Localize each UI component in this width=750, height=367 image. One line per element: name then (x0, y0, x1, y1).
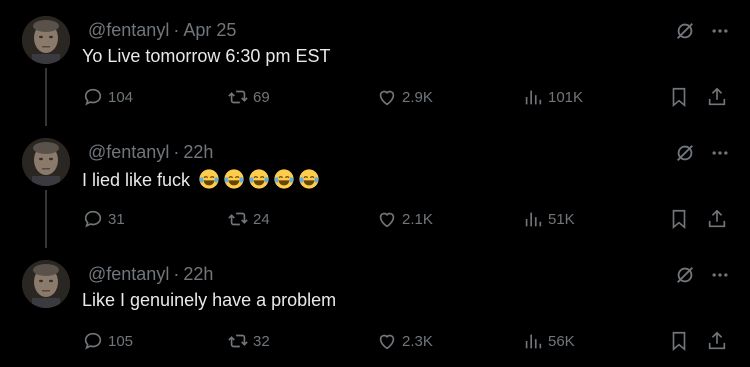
timestamp[interactable]: Apr 25 (183, 20, 236, 40)
emoji-group (190, 169, 320, 190)
views-icon (525, 212, 542, 227)
retweet-count: 24 (253, 210, 270, 228)
more-icon[interactable] (710, 265, 730, 285)
action-bar: 104 69 2.9K 101K (82, 86, 732, 110)
thread-line (45, 114, 47, 122)
reply-count: 31 (108, 210, 125, 228)
separator: · (173, 264, 180, 284)
heart-icon (379, 212, 395, 228)
tweet[interactable]: @fentanyl · 22h Like I genuinely have a pr… (0, 236, 750, 366)
avatar[interactable] (22, 16, 70, 64)
reply-button[interactable]: 31 (82, 208, 125, 230)
retweet-button[interactable]: 69 (227, 86, 270, 108)
tears-of-joy-emoji (274, 169, 294, 189)
bookmark-icon (672, 209, 686, 230)
tears-of-joy-emoji (299, 169, 319, 189)
view-count: 101K (548, 88, 584, 106)
reply-count: 105 (108, 332, 134, 350)
views-icon (525, 90, 542, 105)
heart-icon (379, 90, 395, 106)
handle[interactable]: @fentanyl (88, 20, 169, 40)
thread-line (45, 236, 47, 244)
action-bar: 105 32 2.3K 56K (82, 330, 732, 354)
share-button[interactable] (706, 86, 728, 108)
like-count: 2.3K (402, 332, 433, 350)
tweet[interactable]: @fentanyl · Apr 25 Yo Live tomorrow 6:30 p… (0, 0, 750, 126)
share-button[interactable] (706, 330, 728, 352)
like-button[interactable]: 2.1K (376, 208, 433, 230)
heart-icon (379, 334, 395, 350)
retweet-button[interactable]: 32 (227, 330, 270, 352)
reply-button[interactable]: 104 (82, 86, 133, 108)
bookmark-button[interactable] (668, 208, 690, 230)
bookmark-icon (672, 87, 686, 108)
like-count: 2.9K (402, 88, 433, 106)
avatar[interactable] (22, 138, 70, 186)
handle[interactable]: @fentanyl (88, 142, 169, 162)
views-icon (525, 334, 542, 349)
tears-of-joy-emoji (224, 169, 244, 189)
share-icon (708, 209, 726, 228)
avatar[interactable] (22, 260, 70, 308)
retweet-button[interactable]: 24 (227, 208, 270, 230)
bookmark-button[interactable] (668, 86, 690, 108)
views-button[interactable]: 101K (522, 86, 583, 108)
reply-icon (84, 332, 102, 350)
tweet[interactable]: @fentanyl · 22h I lied like fuck 31 24 2.1… (0, 114, 750, 248)
share-icon (708, 87, 726, 106)
tweet-header: @fentanyl · 22h (88, 264, 213, 285)
tweet-text: Like I genuinely have a problem (82, 290, 337, 310)
timestamp[interactable]: 22h (183, 142, 213, 162)
like-count: 2.1K (402, 210, 433, 228)
more-icon[interactable] (710, 143, 730, 163)
like-button[interactable]: 2.3K (376, 330, 433, 352)
retweet-count: 69 (253, 88, 270, 106)
retweet-icon (228, 212, 248, 226)
tweet-text: Yo Live tomorrow 6:30 pm EST (82, 46, 331, 66)
view-count: 51K (548, 210, 575, 228)
retweet-icon (228, 334, 248, 348)
separator: · (173, 20, 180, 40)
tears-of-joy-emoji (199, 169, 219, 189)
reply-icon (84, 210, 102, 228)
grok-icon[interactable] (674, 142, 696, 164)
handle[interactable]: @fentanyl (88, 264, 169, 284)
reply-icon (84, 88, 102, 106)
retweet-count: 32 (253, 332, 270, 350)
view-count: 56K (548, 332, 575, 350)
tears-of-joy-emoji (249, 169, 269, 189)
bookmark-button[interactable] (668, 330, 690, 352)
tweet-header: @fentanyl · 22h (88, 142, 213, 163)
bookmark-icon (672, 331, 686, 352)
retweet-icon (228, 90, 248, 104)
timestamp[interactable]: 22h (183, 264, 213, 284)
reply-button[interactable]: 105 (82, 330, 133, 352)
more-icon[interactable] (710, 21, 730, 41)
tweet-header: @fentanyl · Apr 25 (88, 20, 236, 41)
grok-icon[interactable] (674, 20, 696, 42)
views-button[interactable]: 51K (522, 208, 575, 230)
share-icon (708, 331, 726, 350)
reply-count: 104 (108, 88, 134, 106)
like-button[interactable]: 2.9K (376, 86, 433, 108)
views-button[interactable]: 56K (522, 330, 575, 352)
action-bar: 31 24 2.1K 51K (82, 208, 732, 232)
tweet-text: I lied like fuck (82, 168, 320, 191)
grok-icon[interactable] (674, 264, 696, 286)
share-button[interactable] (706, 208, 728, 230)
separator: · (173, 142, 180, 162)
